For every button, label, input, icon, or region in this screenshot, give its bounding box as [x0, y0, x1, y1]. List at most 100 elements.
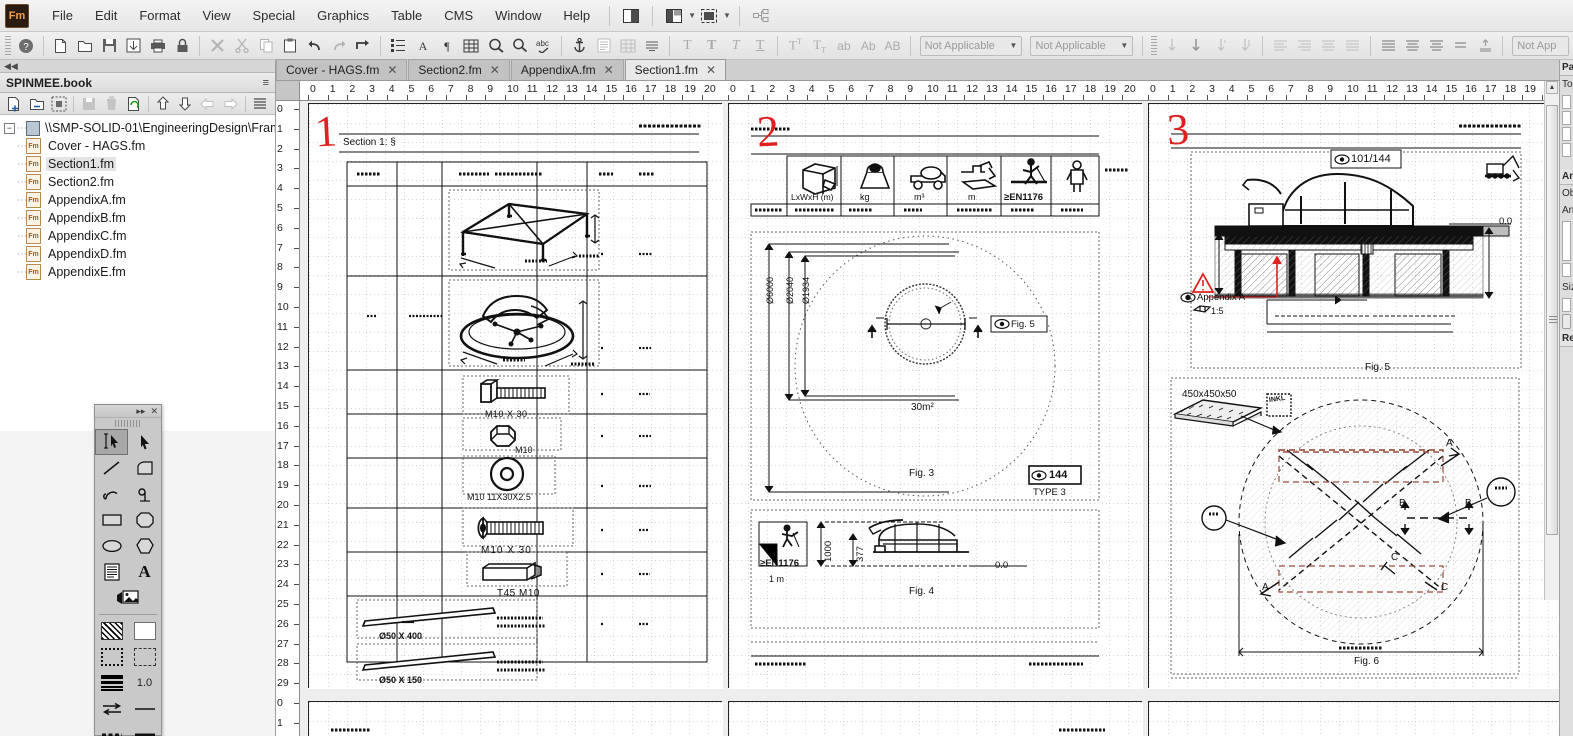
- line-width-selector[interactable]: [95, 670, 128, 696]
- freehand-tool[interactable]: [128, 481, 161, 507]
- pod-layout-icon[interactable]: [620, 6, 642, 26]
- book-item-appendixc[interactable]: ⋯ Fm AppendixC.fm: [4, 227, 275, 245]
- align-left-icon[interactable]: [1377, 35, 1399, 57]
- toolbar-grip-handle[interactable]: [5, 35, 11, 56]
- italic-icon[interactable]: T: [701, 35, 723, 57]
- properties-panel-docked[interactable]: Pa To An Ob An Siz Re: [1559, 60, 1573, 736]
- tab-cover-hags[interactable]: Cover - HAGS.fm ✕: [276, 59, 408, 80]
- workspace-layout-icon[interactable]: [663, 6, 685, 26]
- paragraph-tag-chevron-down-icon[interactable]: ▼: [1010, 41, 1018, 50]
- book-item-section2[interactable]: ⋯ Fm Section2.fm: [4, 173, 275, 191]
- smart-select-tool[interactable]: [95, 429, 128, 455]
- page-5-partial[interactable]: STEP 2:: [728, 701, 1143, 736]
- character-tag-dropdown[interactable]: Not Applicable ▼: [1030, 35, 1134, 56]
- lock-icon[interactable]: [171, 35, 193, 57]
- new-document-icon[interactable]: [50, 35, 72, 57]
- character-designer-icon[interactable]: A: [412, 35, 434, 57]
- close-icon[interactable]: ✕: [706, 63, 716, 77]
- canvas-vertical-scrollbar[interactable]: ▲: [1544, 81, 1559, 600]
- tab-section2[interactable]: Section2.fm ✕: [408, 59, 510, 80]
- book-item-appendixb[interactable]: ⋯ Fm AppendixB.fm: [4, 209, 275, 227]
- panel-menu-icon[interactable]: ≡: [263, 77, 269, 89]
- indent-left-icon[interactable]: [1269, 35, 1291, 57]
- panel-button-1[interactable]: [1562, 314, 1571, 329]
- structure-view-icon[interactable]: [750, 6, 772, 26]
- delete-icon[interactable]: [206, 35, 228, 57]
- tab-appendixa[interactable]: AppendixA.fm ✕: [510, 59, 624, 80]
- move-down-icon[interactable]: [174, 94, 196, 114]
- add-folder-to-book-icon[interactable]: [25, 94, 47, 114]
- insert-table-icon[interactable]: [617, 35, 639, 57]
- book-file-tree[interactable]: − ⋯ \\SMP-SOLID-01\EngineeringDesign\Fra…: [0, 115, 275, 431]
- underline-icon[interactable]: T: [725, 35, 747, 57]
- book-item-appendixd[interactable]: ⋯ Fm AppendixD.fm: [4, 245, 275, 263]
- open-document-icon[interactable]: [74, 35, 96, 57]
- menu-window[interactable]: Window: [484, 4, 552, 27]
- panel-section-paragraph[interactable]: Pa: [1560, 60, 1573, 76]
- paragraph-tag-dropdown[interactable]: Not Applicable ▼: [919, 35, 1023, 56]
- paragraph-designer-icon[interactable]: [387, 35, 409, 57]
- panel-field-2[interactable]: [1562, 111, 1571, 125]
- book-item-appendixa[interactable]: ⋯ Fm AppendixA.fm: [4, 191, 275, 209]
- close-icon[interactable]: ✕: [490, 63, 500, 77]
- indent-first-icon[interactable]: [1317, 35, 1339, 57]
- workspace-chevron-down-icon[interactable]: ▼: [688, 11, 696, 20]
- line-spacing-double-icon[interactable]: [1209, 35, 1231, 57]
- promote-icon[interactable]: [197, 94, 219, 114]
- add-file-to-book-icon[interactable]: [3, 94, 25, 114]
- help-icon[interactable]: ?: [15, 35, 37, 57]
- superscript-icon[interactable]: TT: [784, 35, 806, 57]
- rectangle-tool[interactable]: [95, 507, 128, 533]
- toolbar-grip-handle-2[interactable]: [1151, 35, 1157, 56]
- table-tag-dropdown[interactable]: Not App: [1512, 35, 1569, 56]
- panel-field-7[interactable]: [1562, 298, 1571, 312]
- bold-icon[interactable]: T: [676, 35, 698, 57]
- align-justify-icon[interactable]: [1450, 35, 1472, 57]
- scroll-up-arrow-icon[interactable]: ▲: [1546, 81, 1558, 94]
- book-item-cover-hags[interactable]: ⋯ Fm Cover - HAGS.fm: [4, 137, 275, 155]
- ellipse-tool[interactable]: [95, 533, 128, 559]
- horizontal-ruler[interactable]: 0 1 2 3 4 5 6 7 8 9 10 11 12 13 14 15 16 17 18 19 20 0 1 2 3 4 5 6 7…: [300, 81, 1559, 101]
- object-select-tool[interactable]: [128, 429, 161, 455]
- line-spacing-onehalf-icon[interactable]: [1185, 35, 1207, 57]
- arc-tool[interactable]: [95, 481, 128, 507]
- paragraph-catalog-icon[interactable]: ¶: [436, 35, 458, 57]
- save-as-icon[interactable]: [123, 35, 145, 57]
- page-1[interactable]: 1 Section 1: § M10 X 30 M10 M10 11X30X2.…: [308, 103, 723, 689]
- move-up-icon[interactable]: [152, 94, 174, 114]
- fill-color-white[interactable]: [128, 618, 161, 644]
- view-mode-icon[interactable]: [698, 6, 720, 26]
- close-icon[interactable]: ✕: [150, 406, 158, 417]
- line-tool[interactable]: [95, 455, 128, 481]
- list-view-icon[interactable]: [249, 94, 271, 114]
- dash-pattern-style[interactable]: [95, 722, 128, 736]
- panel-section-anchor[interactable]: An: [1560, 169, 1573, 185]
- lowercase-icon[interactable]: ab: [833, 35, 855, 57]
- book-tree-root[interactable]: − ⋯ \\SMP-SOLID-01\EngineeringDesign\Fra…: [4, 119, 275, 137]
- panel-field-3[interactable]: [1562, 127, 1571, 141]
- menu-special[interactable]: Special: [241, 4, 306, 27]
- close-icon[interactable]: ✕: [604, 63, 614, 77]
- strikethrough-icon[interactable]: T: [749, 35, 771, 57]
- save-icon[interactable]: [98, 35, 120, 57]
- panel-field-4[interactable]: [1562, 143, 1571, 157]
- menu-file[interactable]: File: [41, 4, 84, 27]
- menu-format[interactable]: Format: [128, 4, 191, 27]
- book-item-section1[interactable]: ⋯ Fm Section1.fm: [4, 155, 275, 173]
- panel-section-reference[interactable]: Re: [1560, 331, 1573, 347]
- page-6-partial[interactable]: [1148, 701, 1559, 736]
- scrollbar-thumb[interactable]: [1546, 105, 1558, 535]
- pen-color-none[interactable]: [128, 644, 161, 670]
- polygon-tool[interactable]: [128, 455, 161, 481]
- menu-help[interactable]: Help: [552, 4, 601, 27]
- add-group-to-book-icon[interactable]: [48, 94, 70, 114]
- menu-table[interactable]: Table: [380, 4, 433, 27]
- book-item-appendixe[interactable]: ⋯ Fm AppendixE.fm: [4, 263, 275, 281]
- rounded-rectangle-tool[interactable]: [128, 507, 161, 533]
- repeat-icon[interactable]: [352, 35, 374, 57]
- panel-field-6[interactable]: [1562, 263, 1571, 277]
- insert-footnote-icon[interactable]: [641, 35, 663, 57]
- table-designer-icon[interactable]: [460, 35, 482, 57]
- text-line-tool[interactable]: A: [128, 559, 161, 585]
- uppercase-icon[interactable]: AB: [881, 35, 903, 57]
